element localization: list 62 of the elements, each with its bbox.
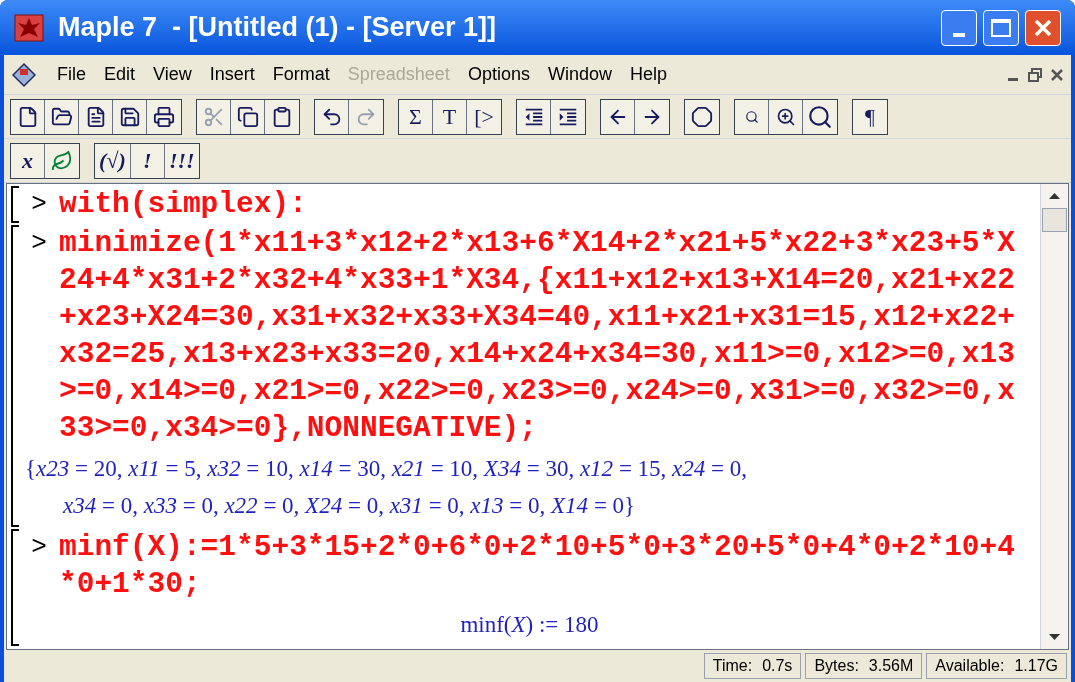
code-line: +x23+X24=30,x31+x32+x33+X34=40,x11+x21+x31=15,x12+x22+ — [59, 299, 1015, 336]
menu-item[interactable]: Help — [620, 61, 676, 88]
close-button[interactable] — [1025, 9, 1061, 46]
leaf-icon — [51, 149, 73, 172]
code-line: *0+1*30; — [59, 566, 202, 603]
status-value: 0.7s — [762, 656, 793, 676]
code-line: 24+4*x31+2*x32+4*x33+1*X34,{x11+x12+x13+X14=20,x21+x22 — [59, 262, 1015, 299]
menu-item[interactable]: Options — [458, 61, 539, 88]
printer-icon — [153, 105, 175, 128]
window-title: Maple 7 - [Untitled (1) - [Server 1]] — [58, 11, 498, 45]
menu-item[interactable]: Edit — [95, 61, 145, 88]
code-line: >=0,x14>=0,x21>=0,x22>=0,x23>=0,x24>=0,x31>=0,x32>=0,x — [59, 373, 1015, 410]
restore-icon — [1027, 66, 1043, 83]
scrollbar-thumb[interactable] — [1042, 208, 1067, 232]
stop-sign-icon — [691, 105, 713, 128]
toolbar-button[interactable]: x — [11, 143, 45, 178]
status-label: Available: — [935, 656, 1005, 676]
toolbar-button[interactable]: !!! — [164, 143, 199, 178]
code-line: with(simplex): — [59, 186, 307, 223]
group-bracket — [11, 186, 19, 223]
toolbar-button[interactable]: [> — [467, 99, 501, 134]
toolbar-button[interactable]: Σ — [399, 99, 433, 134]
minimize-button[interactable] — [941, 9, 977, 46]
output-line: {x23 = 20, x11 = 5, x32 = 10, x14 = 30, x21 = 10, X34 = 30, x12 = 15, x24 = 0, — [24, 455, 748, 483]
maximize-button[interactable] — [983, 9, 1019, 46]
app-logo-icon — [14, 13, 44, 42]
close-icon — [1033, 17, 1053, 38]
code-line: x32=25,x13+x23+x33=20,x14+x24+x34=30,x11>=0,x12>=0,x13 — [59, 336, 1015, 373]
zoom-icon — [807, 103, 833, 130]
code-line: 33>=0,x34>=0},NONNEGATIVE); — [59, 410, 538, 447]
input-prompt: > — [30, 227, 48, 260]
menu-item[interactable]: Format — [263, 61, 339, 88]
status-label: Time: — [712, 656, 753, 676]
minimize-icon — [1008, 77, 1018, 81]
menu-item[interactable]: Window — [538, 61, 621, 88]
zoom-icon — [744, 109, 759, 124]
toolbar-button[interactable]: (√) — [95, 143, 131, 178]
menu-item[interactable]: File — [48, 61, 95, 88]
close-icon — [1049, 66, 1065, 83]
copy-icon — [236, 105, 259, 128]
status-value: 1.17G — [1014, 656, 1058, 676]
output-line: x34 = 0, x33 = 0, x22 = 0, X24 = 0, x31 = 0, x13 = 0, X14 = 0} — [61, 492, 636, 520]
input-prompt: > — [30, 531, 48, 564]
scrollbar[interactable] — [1040, 184, 1068, 649]
status-value: 3.56M — [868, 656, 914, 676]
scroll-up-arrow-icon — [1049, 193, 1060, 199]
toolbar-button[interactable]: T — [433, 99, 467, 134]
input-prompt: > — [30, 188, 48, 221]
clipboard-icon — [271, 105, 293, 128]
scroll-down-arrow-icon — [1049, 634, 1060, 640]
output-line: minf(X) := 180 — [460, 611, 599, 639]
code-line: minf(X):=1*5+3*15+2*0+6*0+2*10+5*0+3*20+5*0+4*0+2*10+4 — [59, 529, 1015, 566]
menu-item[interactable]: View — [144, 61, 201, 88]
toolbar-button[interactable]: ¶ — [853, 99, 887, 134]
status-label: Bytes: — [814, 656, 859, 676]
open-folder-icon — [50, 105, 73, 128]
save-icon — [118, 105, 141, 128]
menu-item[interactable]: Insert — [200, 61, 264, 88]
code-line: minimize(1*x11+3*x12+2*x13+6*X14+2*x21+5*x22+3*x23+5*X — [59, 225, 1015, 262]
toolbar-button[interactable]: ! — [130, 143, 165, 178]
zoom-in-icon — [775, 106, 796, 127]
scissors-icon — [202, 105, 225, 128]
